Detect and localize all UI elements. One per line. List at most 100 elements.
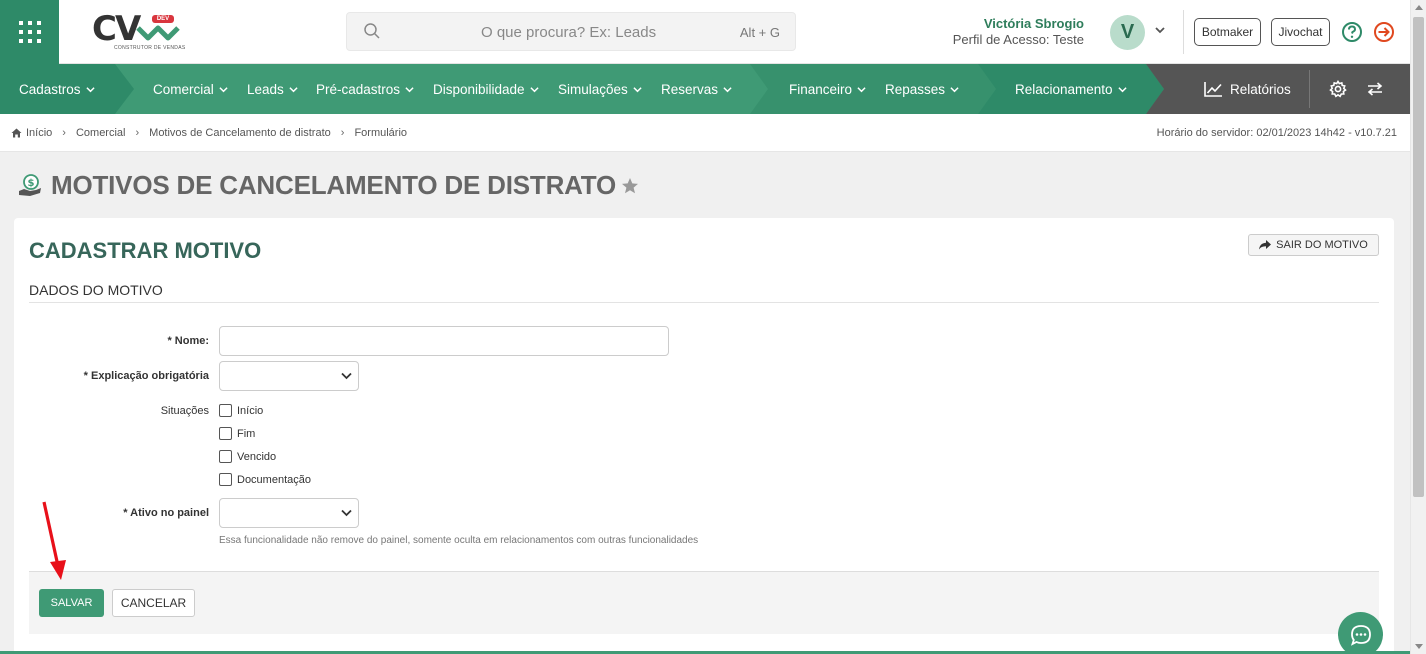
- logo-wave-icon: [136, 25, 180, 41]
- gear-icon[interactable]: [1329, 80, 1347, 98]
- breadcrumb-item: Formulário: [354, 127, 408, 139]
- nav-relacionamento[interactable]: Relacionamento: [1015, 64, 1127, 114]
- page-scrollbar[interactable]: [1410, 0, 1426, 654]
- situacao-fim[interactable]: Fim: [219, 427, 255, 440]
- nav-pre-cadastros[interactable]: Pré-cadastros: [316, 64, 414, 114]
- nav-comercial-label: Comercial: [153, 81, 214, 97]
- chart-line-icon: [1204, 82, 1222, 97]
- chat-button[interactable]: [1338, 612, 1383, 654]
- ativo-select[interactable]: [219, 498, 359, 528]
- home-icon: [11, 128, 22, 138]
- red-arrow-annotation: [42, 501, 66, 580]
- apps-grid-button[interactable]: [0, 0, 59, 64]
- checkbox[interactable]: [219, 404, 232, 417]
- chevron-down-icon[interactable]: [1154, 24, 1166, 36]
- checkbox-label: Vencido: [237, 450, 277, 463]
- nav-comercial[interactable]: Comercial: [153, 64, 228, 114]
- logout-icon[interactable]: [1373, 21, 1395, 43]
- search-shortcut: Alt + G: [739, 25, 780, 40]
- chevron-down-icon: [85, 86, 95, 92]
- page-title: MOTIVOS DE CANCELAMENTO DE DISTRATO: [51, 170, 617, 200]
- grid-icon: [18, 21, 41, 43]
- exit-reason-button[interactable]: SAIR DO MOTIVO: [1248, 234, 1379, 256]
- form-card: CADASTRAR MOTIVO SAIR DO MOTIVO DADOS DO…: [14, 218, 1394, 654]
- user-name[interactable]: Victória Sbrogio: [984, 16, 1084, 31]
- chevron-down-icon: [341, 509, 352, 517]
- ativo-help-text: Essa funcionalidade não remove do painel…: [219, 535, 699, 546]
- scroll-down-icon[interactable]: [1415, 644, 1423, 649]
- scroll-thumb[interactable]: [1413, 17, 1424, 497]
- share-arrow-icon: [1259, 240, 1272, 250]
- situacao-vencido[interactable]: Vencido: [219, 450, 276, 463]
- money-hand-icon: $: [19, 173, 41, 196]
- nav-financeiro-label: Financeiro: [789, 81, 853, 97]
- checkbox-label: Início: [237, 404, 264, 417]
- save-button[interactable]: SALVAR: [39, 589, 104, 617]
- app-logo[interactable]: CV DEV CONSTRUTOR DE VENDAS: [92, 12, 185, 54]
- nav-leads-label: Leads: [247, 81, 284, 97]
- breadcrumb-item[interactable]: Início: [26, 127, 52, 139]
- search-icon: [364, 23, 380, 39]
- exit-reason-label: SAIR DO MOTIVO: [1276, 239, 1368, 251]
- chevron-down-icon: [341, 372, 352, 380]
- chevron-down-icon: [219, 86, 228, 92]
- nav-disponibilidade[interactable]: Disponibilidade: [433, 64, 539, 114]
- checkbox[interactable]: [219, 473, 232, 486]
- chevron-right-icon: ›: [340, 127, 345, 139]
- chevron-down-icon: [1117, 86, 1127, 92]
- global-search[interactable]: O que procura? Ex: Leads Alt + G: [346, 12, 796, 51]
- page-header: $ MOTIVOS DE CANCELAMENTO DE DISTRATO: [18, 170, 639, 201]
- situacao-documentacao[interactable]: Documentação: [219, 473, 311, 486]
- breadcrumb: Início › Comercial › Motivos de Cancelam…: [11, 127, 407, 139]
- nav-financeiro[interactable]: Financeiro: [789, 64, 866, 114]
- avatar[interactable]: V: [1110, 15, 1145, 50]
- botmaker-button[interactable]: Botmaker: [1194, 18, 1261, 46]
- chevron-down-icon: [857, 86, 866, 92]
- scroll-up-icon[interactable]: [1415, 5, 1423, 10]
- nav-cadastros[interactable]: Cadastros: [19, 64, 95, 114]
- help-circle-icon[interactable]: [1341, 21, 1363, 43]
- chevron-down-icon: [529, 86, 539, 92]
- user-profile: Perfil de Acesso: Teste: [952, 32, 1084, 47]
- nav-cadastros-label: Cadastros: [19, 81, 81, 97]
- chevron-down-icon: [633, 86, 642, 92]
- situacoes-label: Situações: [160, 405, 209, 417]
- section-title: DADOS DO MOTIVO: [29, 282, 163, 298]
- chevron-down-icon: [723, 86, 732, 92]
- logo-dev-badge: DEV: [152, 15, 174, 23]
- checkbox[interactable]: [219, 450, 232, 463]
- nav-relatorios[interactable]: Relatórios: [1204, 64, 1291, 114]
- chat-bubble-icon: [1350, 624, 1371, 646]
- star-icon[interactable]: [621, 177, 639, 195]
- situacao-inicio[interactable]: Início: [219, 404, 263, 417]
- nav-leads[interactable]: Leads: [247, 64, 298, 114]
- chevron-down-icon: [289, 86, 298, 92]
- breadcrumb-item[interactable]: Motivos de Cancelamento de distrato: [149, 127, 331, 139]
- nav-reservas[interactable]: Reservas: [661, 64, 732, 114]
- server-time: Horário do servidor: 02/01/2023 14h42 - …: [1156, 127, 1397, 139]
- checkbox[interactable]: [219, 427, 232, 440]
- search-input[interactable]: O que procura? Ex: Leads: [481, 24, 656, 41]
- chevron-down-icon: [950, 86, 959, 92]
- cancel-button[interactable]: CANCELAR: [112, 589, 195, 617]
- nav-relacionamento-label: Relacionamento: [1015, 81, 1113, 97]
- nome-input[interactable]: [219, 326, 669, 356]
- nav-disponibilidade-label: Disponibilidade: [433, 81, 525, 97]
- checkbox-label: Fim: [237, 427, 256, 440]
- checkbox-label: Documentação: [237, 473, 311, 486]
- explicacao-select[interactable]: [219, 361, 359, 391]
- breadcrumb-item[interactable]: Comercial: [76, 127, 126, 139]
- nav-simulacoes[interactable]: Simulações: [558, 64, 642, 114]
- header-divider: [1183, 10, 1184, 54]
- form-actions: SALVAR CANCELAR: [29, 571, 1379, 634]
- nav-repasses[interactable]: Repasses: [885, 64, 959, 114]
- form-title: CADASTRAR MOTIVO: [29, 238, 262, 263]
- nav-simulacoes-label: Simulações: [558, 81, 628, 97]
- svg-text:$: $: [28, 178, 35, 189]
- nome-label: * Nome:: [167, 335, 209, 347]
- nav-divider: [1309, 70, 1310, 108]
- section-divider: [29, 302, 1379, 303]
- jivochat-button[interactable]: Jivochat: [1271, 18, 1330, 46]
- explicacao-label: * Explicação obrigatória: [83, 370, 209, 382]
- swap-icon[interactable]: [1367, 82, 1383, 96]
